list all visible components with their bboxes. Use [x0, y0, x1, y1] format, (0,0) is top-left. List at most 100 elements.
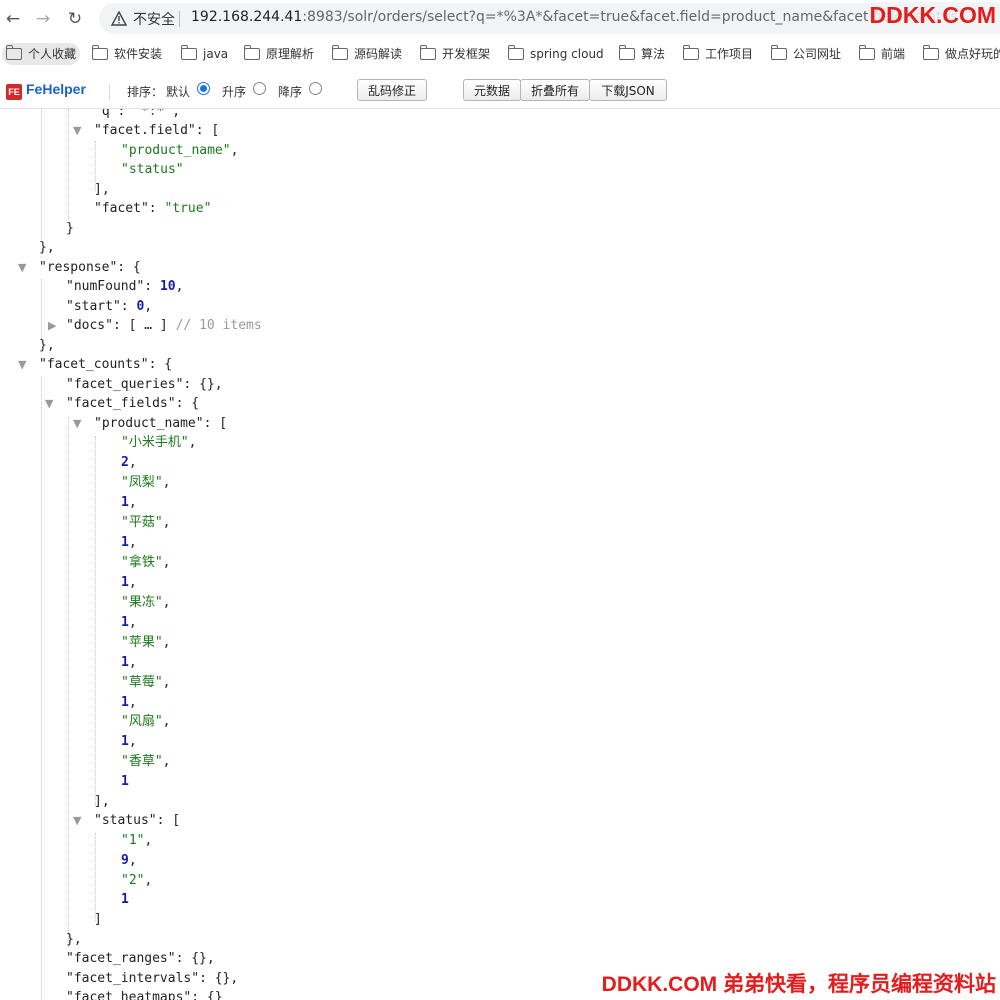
reload-icon[interactable]: ↻: [63, 7, 87, 31]
bookmark-label: 前端: [881, 47, 906, 61]
json-line: "facet_ranges": {},: [66, 951, 215, 966]
indent-guide: [41, 279, 42, 339]
json-line: "facet_queries": {},: [66, 377, 223, 392]
download-json-button[interactable]: 下载JSON: [589, 79, 667, 101]
security-label[interactable]: 不安全: [133, 9, 175, 29]
folder-icon: [682, 45, 699, 60]
collapse-toggle-icon[interactable]: ▼: [73, 121, 81, 141]
json-string: "草莓": [121, 675, 163, 690]
bookmark-folder[interactable]: 软件安装: [91, 43, 162, 65]
json-string: "拿铁": [121, 555, 163, 570]
collapse-toggle-icon[interactable]: ▼: [73, 414, 81, 434]
json-number: 9: [121, 853, 129, 868]
json-number: 1: [121, 615, 129, 630]
footer-watermark: DDKK.COM 弟弟快看，程序员编程资料站: [601, 968, 996, 998]
collapse-toggle-icon[interactable]: ▼: [73, 811, 81, 831]
json-line: "start": 0,: [66, 299, 153, 314]
bookmark-label: java: [203, 47, 229, 61]
indent-guide: [95, 833, 96, 921]
bookmark-folder[interactable]: 做点好玩的: [922, 43, 1000, 65]
bookmark-label: 算法: [641, 47, 666, 61]
bookmark-folder[interactable]: 个人收藏: [2, 43, 81, 65]
json-key: "start": [66, 299, 121, 314]
fix-encoding-button[interactable]: 乱码修正: [357, 79, 427, 101]
collapse-toggle-icon[interactable]: ▼: [18, 355, 26, 375]
json-number: 1: [121, 695, 129, 710]
bookmark-folder[interactable]: 算法: [618, 43, 666, 65]
json-comment: // 10 items: [175, 318, 262, 333]
json-line: },: [66, 932, 82, 947]
bookmark-folder[interactable]: 公司网址: [770, 43, 841, 65]
sort-label: 排序：: [127, 85, 164, 99]
bookmark-folder[interactable]: 原理解析: [243, 43, 314, 65]
json-line: "status": [: [94, 813, 181, 828]
brand-watermark: DDKK.COM: [867, 2, 998, 29]
bookmark-folder[interactable]: spring cloud: [507, 43, 604, 65]
json-number: 0: [136, 299, 145, 314]
forward-arrow-icon[interactable]: →: [31, 7, 55, 31]
json-key: "numFound": [66, 279, 145, 294]
json-key: "facet_intervals": [66, 971, 200, 986]
json-line: }: [66, 221, 74, 236]
bookmark-folder[interactable]: 工作项目: [682, 43, 753, 65]
collapse-all-button[interactable]: 折叠所有: [520, 79, 590, 101]
toolbar-divider: [109, 84, 110, 101]
collapse-toggle-icon[interactable]: ▼: [45, 394, 53, 414]
json-number: 1: [121, 575, 129, 590]
json-line: 1,: [121, 734, 137, 749]
indent-guide: [41, 109, 42, 242]
json-key: "facet.field": [94, 123, 196, 138]
json-key: "response": [39, 260, 118, 275]
json-line: "拿铁",: [121, 555, 171, 570]
json-line: "2",: [121, 873, 153, 888]
bookmark-label: 个人收藏: [28, 47, 77, 61]
json-line: "平菇",: [121, 515, 171, 530]
json-line: ],: [94, 794, 110, 809]
empty-object: {}: [214, 971, 231, 986]
json-string: "小米手机": [121, 435, 189, 450]
json-string: "平菇": [121, 515, 163, 530]
json-line: 1,: [121, 535, 137, 550]
json-string: "status": [121, 162, 184, 177]
empty-object: {}: [191, 951, 207, 966]
json-line: "小米手机",: [121, 435, 197, 450]
json-number: 1: [121, 892, 129, 907]
address-bar[interactable]: 不安全 192.168.244.41:8983/solr/orders/sele…: [99, 3, 1000, 34]
bookmark-folder[interactable]: java: [180, 43, 229, 65]
bookmark-label: 开发框架: [442, 47, 491, 61]
indent-guide: [68, 417, 69, 947]
json-line: "response": {: [39, 260, 141, 275]
bookmark-folder[interactable]: 开发框架: [419, 43, 491, 65]
sort-desc-radio[interactable]: [309, 82, 322, 95]
json-line: "facet.field": [: [94, 123, 220, 138]
fehelper-title: FeHelper: [26, 81, 86, 97]
indent-guide: [68, 109, 69, 219]
json-line: 1,: [121, 575, 137, 590]
back-arrow-icon[interactable]: ←: [1, 7, 25, 31]
json-line: "香草",: [121, 754, 171, 769]
json-key: "q": [94, 109, 118, 119]
warning-icon[interactable]: [111, 11, 127, 26]
bookmark-folder[interactable]: 源码解读: [331, 43, 402, 65]
sort-asc-radio[interactable]: [253, 82, 266, 95]
bookmark-folder[interactable]: 前端: [858, 43, 906, 65]
json-string: "*:*": [133, 109, 173, 119]
json-number: 2: [121, 455, 129, 470]
json-key: "status": [94, 813, 157, 828]
fehelper-logo-icon: FE: [6, 84, 22, 100]
json-number: 1: [121, 535, 129, 550]
json-line: "status": [121, 160, 184, 180]
json-key: "facet": [94, 201, 149, 216]
json-line: 1,: [121, 695, 137, 710]
sort-default-radio[interactable]: [197, 82, 210, 95]
json-string: "风扇": [121, 714, 163, 729]
collapsed-array[interactable]: [ … ]: [129, 318, 168, 333]
json-line: "product_name",: [121, 143, 239, 158]
json-line: "numFound": 10,: [66, 279, 184, 294]
json-line: "果冻",: [121, 595, 171, 610]
metadata-button[interactable]: 元数据: [463, 79, 521, 101]
url-divider: [179, 11, 180, 27]
collapse-toggle-icon[interactable]: ▼: [18, 258, 26, 278]
json-string: "香草": [121, 754, 163, 769]
expand-toggle-icon[interactable]: ▶: [48, 316, 56, 336]
